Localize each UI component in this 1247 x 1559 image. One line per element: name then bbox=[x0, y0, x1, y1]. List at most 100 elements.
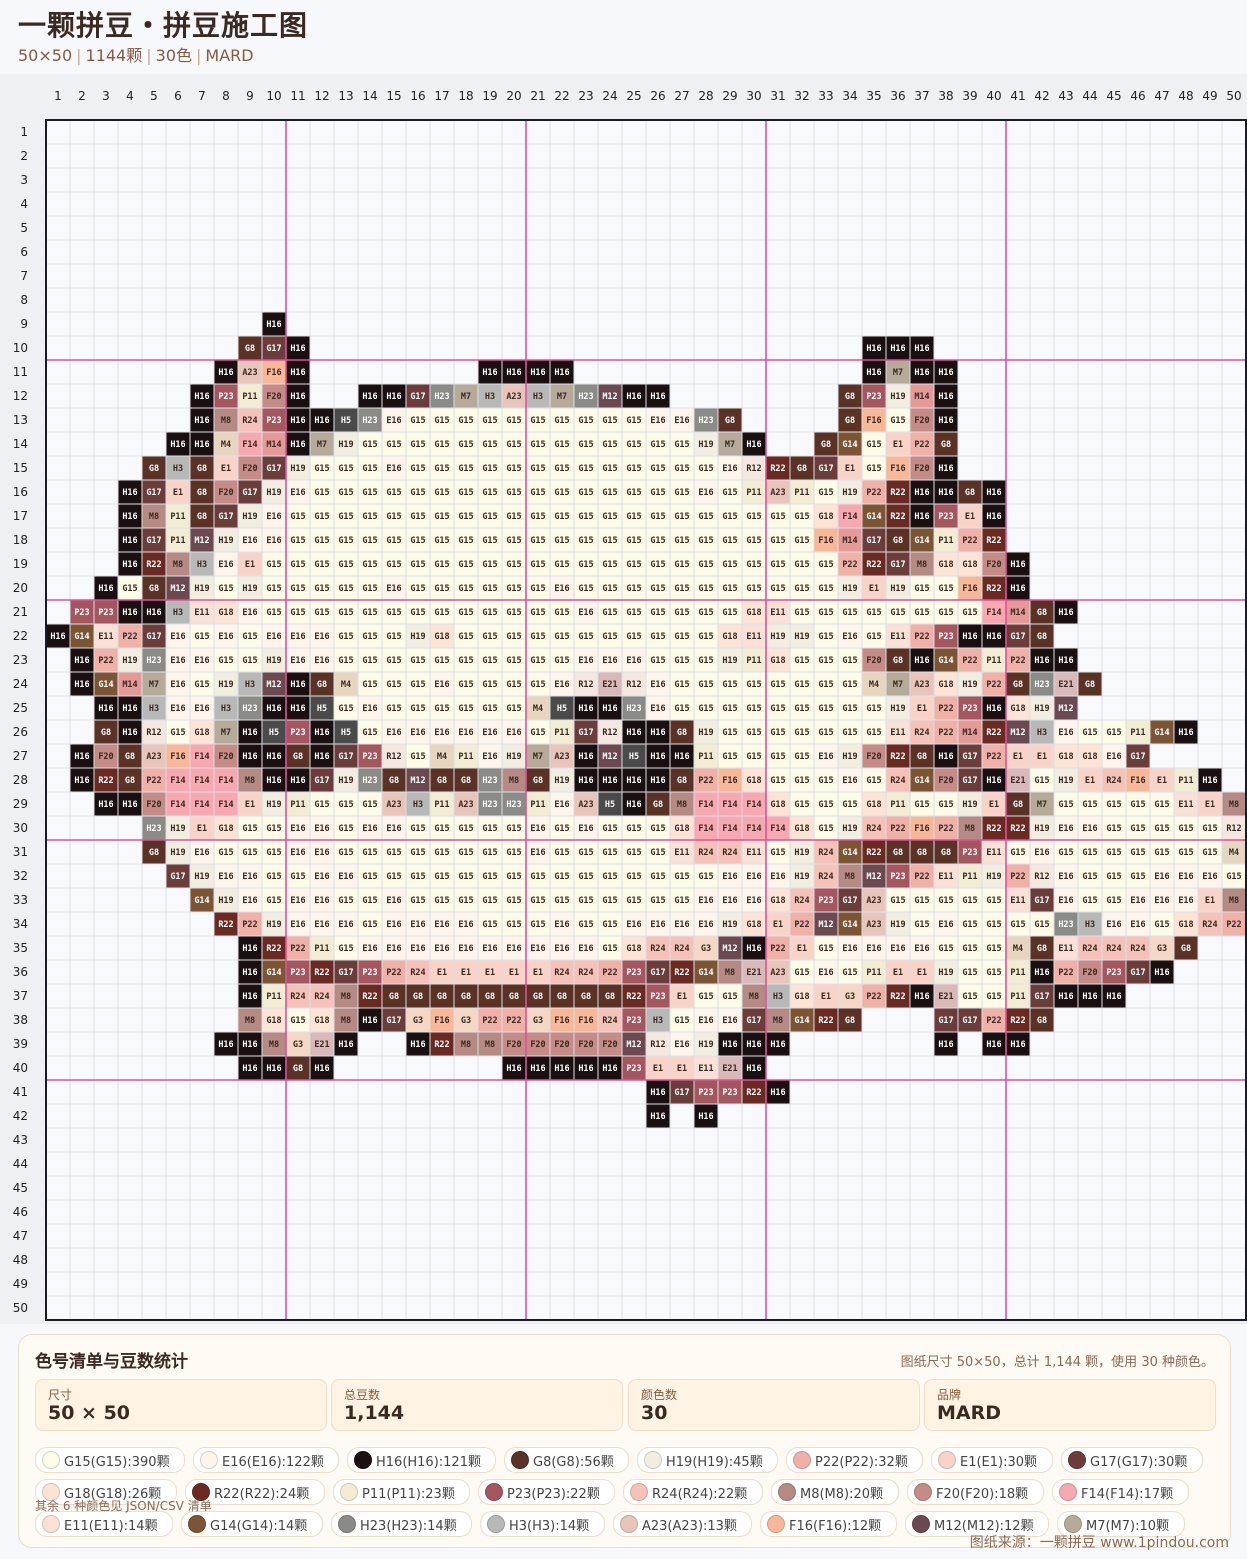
bead-cell: G15 bbox=[838, 600, 862, 624]
bead-code: G8 bbox=[1181, 944, 1191, 954]
row-number: 1 bbox=[20, 125, 28, 139]
column-number: 27 bbox=[674, 89, 689, 103]
bead-cell: P22 bbox=[982, 744, 1006, 768]
bead-code: G15 bbox=[914, 608, 929, 618]
row-number: 2 bbox=[20, 149, 28, 163]
bead-cell: G15 bbox=[358, 888, 382, 912]
bead-cell: P23 bbox=[286, 960, 310, 984]
bead-code: R24 bbox=[818, 848, 833, 858]
bead-cell: G15 bbox=[454, 624, 478, 648]
bead-code: G3 bbox=[461, 1016, 471, 1026]
bead-cell: G15 bbox=[550, 816, 574, 840]
bead-code: G15 bbox=[362, 536, 377, 546]
bead-code: G15 bbox=[650, 608, 665, 618]
bead-code: G15 bbox=[818, 776, 833, 786]
bead-cell: G17 bbox=[646, 960, 670, 984]
bead-code: R24 bbox=[410, 968, 425, 978]
bead-cell: G17 bbox=[382, 1008, 406, 1032]
bead-code: H16 bbox=[1010, 1040, 1025, 1050]
row-number: 25 bbox=[13, 701, 28, 715]
bead-cell: P22 bbox=[382, 960, 406, 984]
bead-code: G8 bbox=[149, 848, 159, 858]
bead-code: E1 bbox=[797, 944, 807, 954]
bead-code: G15 bbox=[650, 440, 665, 450]
bead-cell: H16 bbox=[310, 408, 334, 432]
bead-code: R22 bbox=[890, 488, 905, 498]
bead-code: G15 bbox=[578, 512, 593, 522]
bead-code: G18 bbox=[962, 560, 977, 570]
bead-code: G8 bbox=[389, 992, 399, 1002]
bead-code: E1 bbox=[1085, 776, 1095, 786]
bead-cell: H16 bbox=[358, 1008, 382, 1032]
bead-cell: G18 bbox=[214, 600, 238, 624]
bead-cell: P22 bbox=[862, 984, 886, 1008]
bead-cell: H3 bbox=[142, 696, 166, 720]
bead-code: G15 bbox=[242, 824, 257, 834]
bead-cell: R24 bbox=[238, 408, 262, 432]
bead-code: G15 bbox=[674, 536, 689, 546]
bead-cell: H3 bbox=[166, 456, 190, 480]
bead-code: H5 bbox=[557, 704, 567, 714]
bead-code: G15 bbox=[650, 896, 665, 906]
bead-code: G15 bbox=[434, 824, 449, 834]
bead-cell: E16 bbox=[574, 936, 598, 960]
bead-code: E16 bbox=[266, 512, 281, 522]
bead-code: E16 bbox=[338, 920, 353, 930]
bead-cell: P22 bbox=[118, 624, 142, 648]
bead-cell: P22 bbox=[478, 1008, 502, 1032]
bead-code: E16 bbox=[1154, 896, 1169, 906]
bead-cell: H16 bbox=[142, 600, 166, 624]
bead-code: G15 bbox=[482, 488, 497, 498]
bead-cell: G15 bbox=[718, 576, 742, 600]
bead-code: G18 bbox=[218, 608, 233, 618]
bead-cell: G15 bbox=[430, 504, 454, 528]
bead-cell: G15 bbox=[478, 432, 502, 456]
bead-cell: H16 bbox=[1078, 984, 1102, 1008]
bead-code: G15 bbox=[242, 632, 257, 642]
bead-code: P23 bbox=[650, 992, 665, 1002]
bead-code: H16 bbox=[410, 1040, 425, 1050]
bead-cell: H16 bbox=[286, 672, 310, 696]
bead-cell: G15 bbox=[622, 432, 646, 456]
bead-code: H19 bbox=[770, 632, 785, 642]
bead-code: H16 bbox=[194, 392, 209, 402]
bead-code: H16 bbox=[698, 1112, 713, 1122]
bead-code: G15 bbox=[626, 584, 641, 594]
bead-cell: G8 bbox=[1030, 1008, 1054, 1032]
bead-cell: G15 bbox=[574, 840, 598, 864]
pattern-grid[interactable]: H16G8 G17 H16 H16 H16 H16H16 A23 F16 H16 H16 H16 H1… bbox=[0, 74, 1247, 1324]
bead-code: G15 bbox=[1130, 872, 1145, 882]
bead-code: G14 bbox=[842, 920, 857, 930]
bead-code: M8 bbox=[1229, 896, 1239, 906]
bead-cell: G15 bbox=[358, 624, 382, 648]
bead-cell: H16 bbox=[70, 672, 94, 696]
row-number: 43 bbox=[13, 1133, 28, 1147]
bead-cell: G15 bbox=[1054, 840, 1078, 864]
bead-cell: H19 bbox=[838, 816, 862, 840]
column-number: 2 bbox=[78, 89, 86, 103]
bead-code: G15 bbox=[434, 512, 449, 522]
bead-code: E16 bbox=[338, 872, 353, 882]
bead-cell: G15 bbox=[1198, 816, 1222, 840]
bead-cell: G15 bbox=[670, 696, 694, 720]
bead-cell: E16 bbox=[1030, 840, 1054, 864]
row-number: 23 bbox=[13, 653, 28, 667]
bead-cell: E1 bbox=[790, 936, 814, 960]
bead-cell: G15 bbox=[814, 696, 838, 720]
bead-code: E16 bbox=[1154, 872, 1169, 882]
bead-cell: G15 bbox=[526, 648, 550, 672]
bead-cell: M8 bbox=[1222, 888, 1246, 912]
bead-code: G15 bbox=[530, 632, 545, 642]
bead-cell: G15 bbox=[574, 624, 598, 648]
bead-cell: G3 bbox=[694, 936, 718, 960]
bead-code: P11 bbox=[698, 752, 713, 762]
bead-cell: G14 bbox=[862, 504, 886, 528]
bead-cell: E16 bbox=[694, 888, 718, 912]
bead-cell: E16 bbox=[718, 864, 742, 888]
bead-code: G8 bbox=[821, 440, 831, 450]
bead-code: G15 bbox=[194, 680, 209, 690]
legend-title: 色号清单与豆数统计 bbox=[35, 1352, 188, 1372]
bead-cell: E16 bbox=[286, 840, 310, 864]
bead-cell: G17 bbox=[142, 528, 166, 552]
bead-cell: E11 bbox=[886, 624, 910, 648]
